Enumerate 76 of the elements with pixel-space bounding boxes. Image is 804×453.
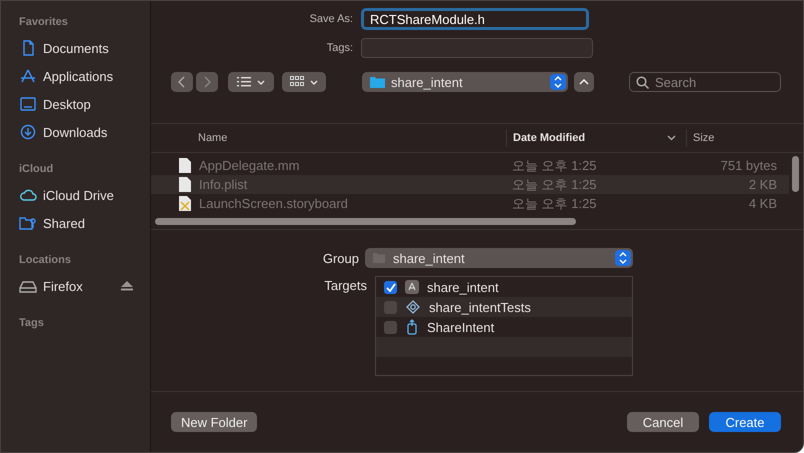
- sidebar-item[interactable]: Applications: [19, 62, 141, 90]
- caret-icon: [257, 80, 265, 84]
- target-name: share_intentTests: [429, 300, 531, 314]
- caret-icon: [310, 80, 318, 84]
- checkbox[interactable]: [384, 300, 397, 314]
- file-date: 오늘 오후 1:25: [511, 194, 598, 212]
- sidebar-heading: Locations: [19, 254, 71, 266]
- desktop-icon: [19, 96, 37, 112]
- file-size: 2 KB: [748, 177, 778, 192]
- save-as-label: Save As:: [308, 13, 353, 25]
- sidebar-item[interactable]: Documents: [19, 34, 141, 62]
- sidebar-heading: Tags: [19, 317, 44, 329]
- sidebar-item[interactable]: Desktop: [19, 90, 141, 118]
- column-header[interactable]: Name: [151, 132, 506, 144]
- app-icon: [405, 280, 419, 294]
- file-name: AppDelegate.mm: [199, 158, 300, 173]
- file-size: 4 KB: [748, 196, 778, 211]
- forward-button[interactable]: [196, 72, 218, 92]
- sidebar-item[interactable]: iCloud Drive: [19, 181, 141, 209]
- scrollbar-thumb[interactable]: [155, 218, 576, 225]
- sidebar-item[interactable]: Shared: [19, 209, 141, 237]
- folder-icon: [370, 76, 385, 88]
- create-button[interactable]: Create: [709, 412, 781, 432]
- column-header[interactable]: Date Modified: [506, 129, 686, 147]
- cloud-icon: [19, 187, 37, 203]
- forward-icon: [203, 76, 211, 88]
- group-label: Group: [322, 250, 359, 266]
- list-icon: [237, 77, 251, 87]
- file-date: 오늘 오후 1:25: [511, 156, 598, 174]
- target-row[interactable]: share_intentTests: [376, 297, 632, 317]
- target-name: ShareIntent: [427, 320, 494, 334]
- eject-icon[interactable]: [121, 281, 133, 291]
- shared-folder-icon: [19, 215, 37, 231]
- tags-field[interactable]: [361, 38, 593, 58]
- column-header[interactable]: Size: [686, 129, 803, 147]
- search-icon: [636, 76, 649, 89]
- stepper-icon: [550, 74, 566, 90]
- checkbox[interactable]: [384, 320, 397, 334]
- download-icon: [19, 124, 37, 140]
- back-icon: [178, 76, 186, 88]
- file-icon: [179, 177, 191, 192]
- targets-label: Targets: [323, 277, 367, 293]
- tags-label: Tags:: [326, 42, 353, 54]
- storyboard-file-icon: [179, 196, 191, 211]
- new-folder-button[interactable]: New Folder: [171, 412, 258, 432]
- target-name: share_intent: [427, 280, 499, 294]
- scrollbar-thumb[interactable]: [792, 156, 799, 192]
- grid-icon: [290, 76, 304, 88]
- sidebar-item[interactable]: Downloads: [19, 118, 141, 146]
- file-size: 751 bytes: [720, 158, 778, 173]
- cancel-button[interactable]: Cancel: [627, 412, 699, 432]
- list-view-button[interactable]: [228, 72, 274, 92]
- target-row[interactable]: ShareIntent: [376, 317, 632, 337]
- chevron-icon: [667, 135, 676, 141]
- collapse-button[interactable]: [574, 72, 594, 92]
- chevron-up-icon: [579, 79, 589, 85]
- file-date: 오늘 오후 1:25: [511, 176, 598, 194]
- back-button[interactable]: [171, 72, 193, 92]
- target-row[interactable]: share_intent: [376, 277, 632, 297]
- stepper-icon: [615, 250, 631, 266]
- location-popup[interactable]: share_intent: [362, 72, 568, 92]
- group-popup[interactable]: share_intent: [365, 248, 633, 268]
- grid-view-button[interactable]: [282, 72, 326, 92]
- sidebar-heading: Favorites: [19, 16, 68, 28]
- tests-icon: [405, 300, 421, 314]
- file-icon: [179, 158, 191, 173]
- save-as-field[interactable]: RCTShareModule.h: [361, 8, 589, 30]
- checkmark-icon: [386, 282, 396, 292]
- sidebar-item[interactable]: Firefox: [19, 272, 141, 300]
- search-field[interactable]: Search: [629, 72, 781, 92]
- sidebar-heading: iCloud: [19, 163, 54, 175]
- file-name: LaunchScreen.storyboard: [199, 196, 348, 211]
- file-name: Info.plist: [199, 177, 248, 192]
- extension-icon: [405, 319, 419, 335]
- checkbox[interactable]: [384, 280, 397, 294]
- applications-icon: [19, 68, 37, 84]
